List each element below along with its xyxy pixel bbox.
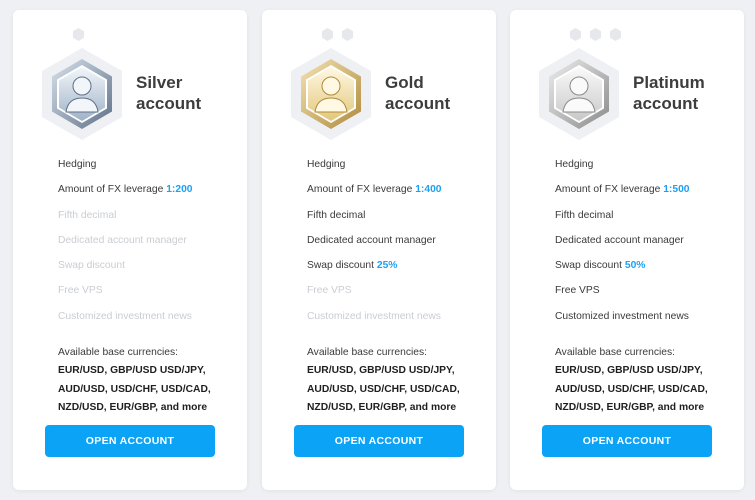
account-title-line1: Platinum: [633, 73, 705, 92]
base-currencies: Available base currencies: EUR/USD, GBP/…: [58, 346, 243, 420]
tier-dot-icon: [569, 28, 582, 41]
tier-dot-icon: [321, 28, 334, 41]
feature-item: Dedicated account manager: [555, 234, 735, 259]
feature-item: Swap discount: [58, 259, 238, 284]
account-title-line2: account: [136, 94, 202, 113]
account-title: Silver account: [136, 72, 246, 114]
open-account-button-gold[interactable]: OPEN ACCOUNT: [294, 425, 464, 457]
currencies-line: AUD/USD, USD/CHF, USD/CAD,: [58, 383, 211, 395]
feature-text: Fifth decimal: [307, 209, 366, 221]
currencies-line: AUD/USD, USD/CHF, USD/CAD,: [307, 383, 460, 395]
feature-item: Free VPS: [58, 284, 238, 309]
tier-dots: [321, 28, 354, 41]
currencies-line: EUR/USD, GBP/USD USD/JPY,: [307, 365, 455, 376]
feature-item: Free VPS: [307, 284, 487, 309]
feature-text: Hedging: [58, 159, 97, 170]
open-account-button-silver[interactable]: OPEN ACCOUNT: [45, 425, 215, 457]
feature-item: Hedging: [307, 158, 487, 183]
currencies-label: Available base currencies:: [58, 347, 179, 358]
tier-dot-icon: [341, 28, 354, 41]
currencies-line: NZD/USD, EUR/GBP, and more: [555, 402, 705, 413]
feature-item: Amount of FX leverage 1:500: [555, 183, 735, 208]
currencies-line: AUD/USD, USD/CHF, USD/CAD,: [555, 383, 708, 395]
feature-text: Hedging: [307, 159, 346, 170]
feature-text: Dedicated account manager: [307, 234, 436, 246]
currencies-label: Available base currencies:: [555, 347, 676, 358]
gold-user-badge-icon: [289, 46, 373, 142]
currencies-line: NZD/USD, EUR/GBP, and more: [307, 402, 457, 413]
tier-dots: [569, 28, 622, 41]
account-title: Platinum account: [633, 72, 743, 114]
feature-text: Customized investment news: [307, 310, 441, 322]
feature-text: Amount of FX leverage: [58, 184, 167, 196]
currencies-line: EUR/USD, GBP/USD USD/JPY,: [58, 365, 206, 376]
feature-item: Customized investment news: [307, 310, 487, 335]
feature-text: Fifth decimal: [555, 209, 614, 221]
currencies-line: NZD/USD, EUR/GBP, and more: [58, 402, 208, 413]
feature-list: Hedging Amount of FX leverage 1:200 Fifth …: [58, 158, 238, 335]
feature-text: Dedicated account manager: [555, 234, 684, 246]
account-title: Gold account: [385, 72, 495, 114]
feature-text: Hedging: [555, 159, 594, 170]
silver-user-badge-icon: [40, 46, 124, 142]
feature-text: Dedicated account manager: [58, 234, 187, 246]
base-currencies: Available base currencies: EUR/USD, GBP/…: [307, 346, 492, 420]
account-card-platinum: Platinum account Hedging Amount of FX lev…: [510, 10, 744, 490]
feature-item: Swap discount 50%: [555, 259, 735, 284]
feature-value: 1:400: [415, 184, 442, 196]
currencies-line: EUR/USD, GBP/USD USD/JPY,: [555, 365, 703, 376]
feature-item: Hedging: [555, 158, 735, 183]
feature-text: Swap discount: [58, 260, 125, 272]
tier-dot-icon: [609, 28, 622, 41]
currencies-label: Available base currencies:: [307, 347, 428, 358]
feature-item: Customized investment news: [58, 310, 238, 335]
tier-dots: [72, 28, 85, 41]
account-title-line2: account: [633, 94, 699, 113]
feature-item: Amount of FX leverage 1:200: [58, 183, 238, 208]
open-account-button-platinum[interactable]: OPEN ACCOUNT: [542, 425, 712, 457]
feature-list: Hedging Amount of FX leverage 1:400 Fifth …: [307, 158, 487, 335]
feature-item: Hedging: [58, 158, 238, 183]
feature-text: Customized investment news: [58, 310, 192, 322]
feature-value: 1:500: [663, 184, 690, 196]
feature-list: Hedging Amount of FX leverage 1:500 Fifth …: [555, 158, 735, 335]
account-title-line1: Gold: [385, 73, 424, 92]
feature-item: Customized investment news: [555, 310, 735, 335]
feature-item: Fifth decimal: [58, 209, 238, 234]
platinum-user-badge-icon: [537, 46, 621, 142]
feature-value: 1:200: [166, 184, 193, 196]
feature-text: Customized investment news: [555, 310, 689, 322]
feature-item: Dedicated account manager: [58, 234, 238, 259]
feature-item: Dedicated account manager: [307, 234, 487, 259]
tier-dot-icon: [589, 28, 602, 41]
feature-text: Free VPS: [555, 285, 600, 297]
tier-dot-icon: [72, 28, 85, 41]
feature-item: Free VPS: [555, 284, 735, 309]
feature-text: Amount of FX leverage: [555, 184, 664, 196]
account-card-gold: Gold account Hedging Amount of FX leverag…: [262, 10, 496, 490]
feature-text: Free VPS: [58, 285, 103, 297]
feature-text: Fifth decimal: [58, 209, 117, 221]
account-card-silver: Silver account Hedging Amount of FX lever…: [13, 10, 247, 490]
feature-text: Swap discount: [555, 260, 625, 272]
feature-text: Free VPS: [307, 285, 352, 297]
feature-item: Fifth decimal: [307, 209, 487, 234]
base-currencies: Available base currencies: EUR/USD, GBP/…: [555, 346, 740, 420]
feature-value: 25%: [376, 260, 398, 272]
feature-text: Amount of FX leverage: [307, 184, 416, 196]
feature-text: Swap discount: [307, 260, 377, 272]
account-title-line1: Silver: [136, 73, 183, 92]
feature-value: 50%: [624, 260, 646, 272]
account-title-line2: account: [385, 94, 451, 113]
feature-item: Amount of FX leverage 1:400: [307, 183, 487, 208]
feature-item: Fifth decimal: [555, 209, 735, 234]
feature-item: Swap discount 25%: [307, 259, 487, 284]
